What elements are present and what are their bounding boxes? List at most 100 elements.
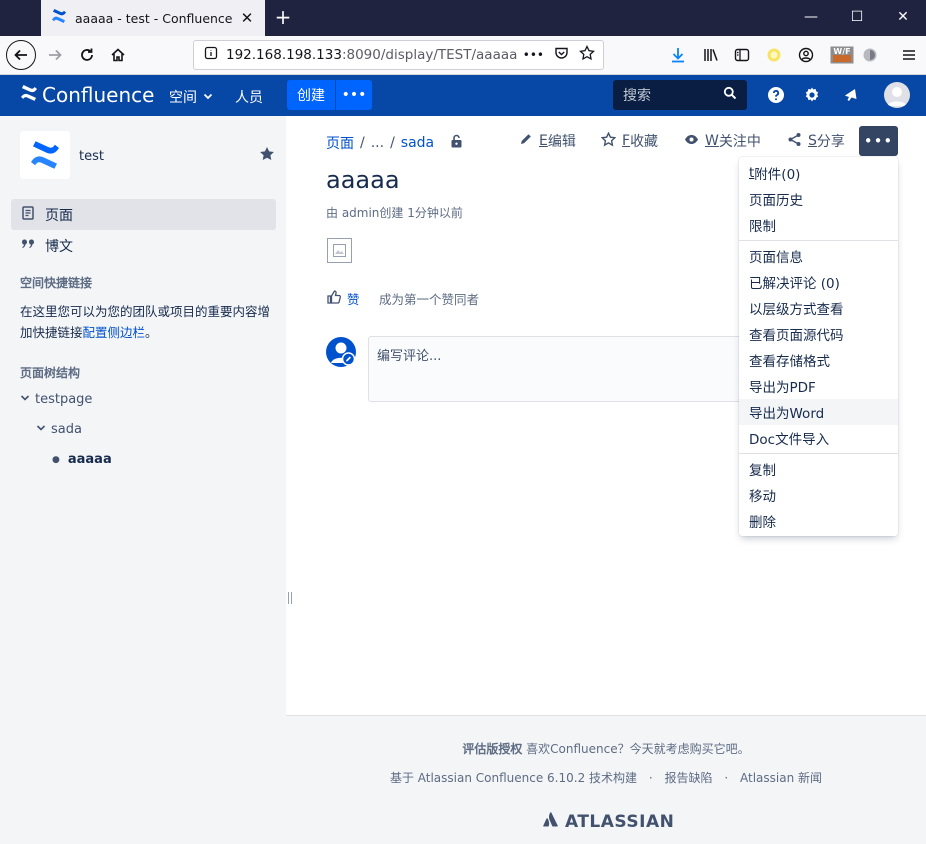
more-actions-button[interactable]: ••• [859, 126, 898, 156]
sidebar-item-label: 页面 [45, 207, 73, 224]
extension-grey-icon[interactable] [859, 44, 881, 66]
footer-dot: · [648, 771, 653, 785]
nav-people[interactable]: 人员 [235, 87, 263, 107]
chevron-down-icon [203, 89, 213, 105]
menu-item-doc-import[interactable]: Doc文件导入 [739, 425, 898, 451]
tree-item-label: aaaaa [67, 452, 112, 467]
maximize-icon[interactable]: ☐ [834, 0, 880, 36]
menu-item-page-history[interactable]: 页面历史 [739, 186, 898, 212]
breadcrumb: 页面 / ... / sada [326, 133, 463, 153]
sidebar-item-pages[interactable]: 页面 [11, 199, 276, 230]
create-more-button[interactable]: ••• [336, 80, 372, 110]
star-outline-icon [600, 131, 617, 151]
wf-extension-icon[interactable]: W/F [830, 44, 854, 66]
tree-item-label: sada [51, 422, 82, 437]
commenter-avatar [326, 337, 356, 367]
page-info-icon[interactable] [204, 46, 218, 64]
new-tab-icon[interactable]: + [272, 6, 294, 28]
search-input[interactable]: 搜索 [613, 80, 747, 110]
favorite-button[interactable]: F 收藏 [600, 131, 658, 151]
bookmark-star-icon[interactable] [579, 44, 595, 65]
space-logo[interactable] [20, 131, 70, 179]
tree-expand-chevron-icon[interactable] [36, 422, 46, 437]
broken-image-icon[interactable] [327, 238, 352, 263]
report-bug-link[interactable]: 报告缺陷 [665, 771, 713, 785]
tree-item-sada[interactable]: sada [36, 422, 82, 437]
space-favorite-star-icon[interactable] [259, 146, 275, 166]
page-byline: 由 admin创建 1分钟以前 [326, 206, 463, 220]
comment-placeholder: 编写评论... [377, 349, 442, 364]
menu-item-move[interactable]: 移动 [739, 482, 898, 508]
evaluation-text: 喜欢Confluence？今天就考虑购买它吧。 [522, 742, 750, 756]
menu-item-resolved-comments[interactable]: 已解决评论 (0) [739, 269, 898, 295]
extension-yellow-icon[interactable] [763, 44, 785, 66]
breadcrumb-sada-link[interactable]: sada [401, 135, 434, 151]
notifications-megaphone-icon[interactable] [840, 84, 862, 106]
tree-expand-chevron-icon[interactable] [20, 392, 30, 407]
download-icon[interactable] [667, 44, 689, 66]
configure-sidebar-link[interactable]: 配置侧边栏 [83, 325, 146, 340]
menu-item-page-info[interactable]: 页面信息 [739, 243, 898, 269]
menu-item-view-storage-format[interactable]: 查看存储格式 [739, 347, 898, 373]
account-icon[interactable] [795, 44, 817, 66]
reload-icon[interactable] [72, 40, 102, 70]
atlassian-news-link[interactable]: Atlassian 新闻 [740, 771, 822, 785]
comment-input[interactable]: 编写评论... [368, 336, 748, 402]
back-icon[interactable] [6, 40, 36, 70]
powered-by-link[interactable]: 基于 Atlassian Confluence 6.10.2 技术构建 [390, 771, 637, 785]
atlassian-logo[interactable]: ATLASSIAN [543, 811, 674, 832]
space-name[interactable]: test [79, 149, 104, 164]
minimize-icon[interactable]: — [788, 0, 834, 36]
menu-item-restrictions[interactable]: 限制 [739, 212, 898, 238]
nav-spaces-label: 空间 [169, 90, 197, 106]
search-icon [723, 86, 737, 104]
shortcuts-heading: 空间快捷链接 [20, 276, 93, 290]
user-avatar[interactable] [884, 82, 910, 108]
share-button[interactable]: S 分享 [787, 131, 845, 151]
edit-button[interactable]: E 编辑 [519, 131, 576, 151]
confluence-logo[interactable]: Confluence [20, 83, 154, 107]
watch-button[interactable]: W 关注中 [684, 131, 761, 151]
confluence-logo-text: Confluence [42, 83, 155, 107]
quote-icon [21, 237, 35, 255]
sidebar-resize-handle[interactable] [288, 592, 292, 604]
menu-item-view-hierarchy[interactable]: 以层级方式查看 [739, 295, 898, 321]
menu-item-export-pdf[interactable]: 导出为PDF [739, 373, 898, 399]
atlassian-logo-text: ATLASSIAN [565, 811, 675, 832]
home-icon[interactable] [103, 40, 133, 70]
breadcrumb-pages-link[interactable]: 页面 [326, 133, 354, 153]
tree-item-aaaaa[interactable]: ● aaaaa [52, 452, 112, 467]
hamburger-menu-icon[interactable] [898, 44, 920, 66]
eye-icon [684, 132, 699, 151]
tab-close-icon[interactable]: ✕ [235, 9, 259, 27]
breadcrumb-ellipsis[interactable]: ... [371, 135, 384, 151]
like-button[interactable]: 赞 [326, 289, 360, 308]
tree-item-testpage[interactable]: testpage [20, 392, 92, 407]
help-icon[interactable] [765, 84, 787, 106]
shortcuts-description: 在这里您可以为您的团队或项目的重要内容增加快捷链接配置侧边栏。 [20, 301, 270, 343]
menu-item-attachments[interactable]: t 附件(0) [739, 160, 898, 186]
pages-icon [21, 205, 35, 224]
settings-gear-icon[interactable] [801, 84, 823, 106]
menu-item-delete[interactable]: 删除 [739, 508, 898, 534]
url-bar[interactable]: 192.168.198.133:8090/display/TEST/aaaaa … [193, 40, 604, 70]
nav-spaces[interactable]: 空间 [169, 87, 213, 107]
menu-item-copy[interactable]: 复制 [739, 456, 898, 482]
library-icon[interactable] [700, 44, 722, 66]
tab-title: aaaaa - test - Confluence [75, 10, 233, 26]
sidebar-item-blog[interactable]: 博文 [11, 230, 276, 261]
menu-item-view-source[interactable]: 查看页面源代码 [739, 321, 898, 347]
menu-item-export-word[interactable]: 导出为Word [739, 399, 898, 425]
unlocked-restrictions-icon[interactable] [450, 134, 463, 152]
window-close-icon[interactable]: ✕ [880, 0, 926, 36]
pocket-icon[interactable] [554, 46, 569, 65]
more-actions-menu: t 附件(0) 页面历史 限制 页面信息 已解决评论 (0) 以层级方式查看 查看… [739, 157, 898, 536]
url-text: 192.168.198.133:8090/display/TEST/aaaaa [226, 47, 523, 63]
sidebar-toggle-icon[interactable] [731, 44, 753, 66]
page-actions-icon[interactable]: ••• [523, 48, 544, 62]
page-tree-heading: 页面树结构 [20, 366, 81, 380]
create-button[interactable]: 创建 [287, 80, 335, 110]
like-hint: 成为第一个赞同者 [379, 292, 480, 307]
forward-icon[interactable] [40, 40, 70, 70]
browser-tab[interactable]: aaaaa - test - Confluence ✕ [41, 0, 265, 36]
